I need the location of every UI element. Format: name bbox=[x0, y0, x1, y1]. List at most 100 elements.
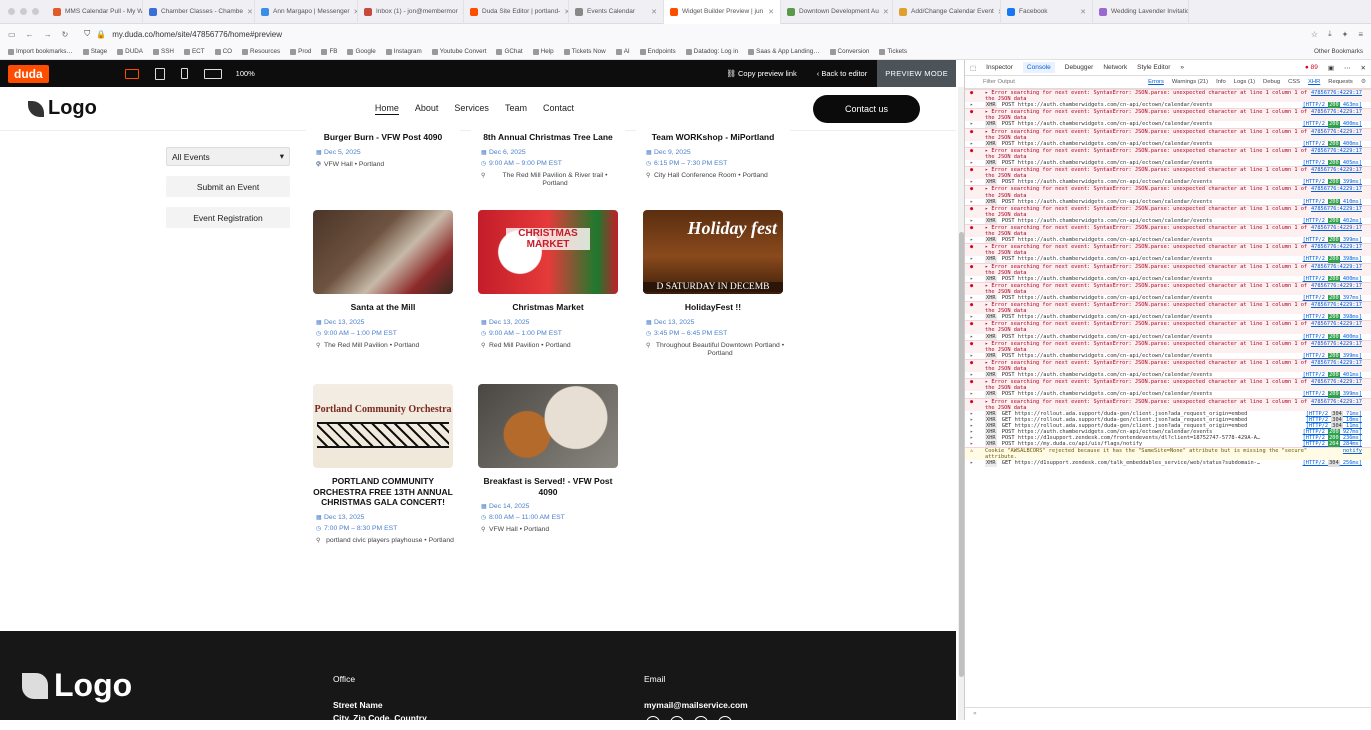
error-source-link[interactable]: 47856776:4229:17 bbox=[1311, 283, 1362, 289]
event-card[interactable]: Breakfast is Served! - VFW Post 4090 ▦ Dec… bbox=[471, 384, 625, 535]
console-error-row[interactable]: ● ▸ Error searching for next event: Synta… bbox=[965, 262, 1371, 276]
social-icon[interactable] bbox=[718, 716, 732, 730]
console-warning-row[interactable]: ⚠ Cookie "AWSALBCORS" rejected because it… bbox=[965, 447, 1371, 461]
error-source-link[interactable]: 47856776:4229:17 bbox=[1311, 167, 1362, 173]
back-to-editor-button[interactable]: ‹ Back to editor bbox=[807, 69, 877, 78]
request-url[interactable]: https://auth.chamberwidgets.com/cn-api/e… bbox=[1018, 141, 1213, 147]
event-title[interactable]: Santa at the Mill bbox=[312, 302, 454, 313]
bookmark-item[interactable]: Datadog: Log in bbox=[685, 48, 738, 55]
expand-arrow-icon[interactable]: ▸ bbox=[970, 460, 973, 466]
error-source-link[interactable]: 47856776:4229:17 bbox=[1311, 148, 1362, 154]
filter-warnings[interactable]: Warnings (21) bbox=[1172, 79, 1208, 85]
event-image[interactable]: Portland Community Orchestra bbox=[313, 384, 453, 468]
error-source-link[interactable]: 47856776:4229:17 bbox=[1311, 90, 1362, 96]
bookmark-item[interactable]: Tickets Now bbox=[563, 48, 606, 55]
error-source-link[interactable]: 47856776:4229:17 bbox=[1311, 321, 1362, 327]
other-bookmarks[interactable]: Other Bookmarks bbox=[1314, 48, 1363, 55]
filter-requests[interactable]: Requests bbox=[1328, 79, 1353, 85]
more-tabs-icon[interactable]: » bbox=[1180, 64, 1184, 71]
request-url[interactable]: https://auth.chamberwidgets.com/cn-api/e… bbox=[1018, 179, 1213, 185]
close-tab-icon[interactable]: ✕ bbox=[247, 8, 253, 16]
error-source-link[interactable]: 47856776:4229:17 bbox=[1311, 225, 1362, 231]
console-error-row[interactable]: ● ▸ Error searching for next event: Synta… bbox=[965, 89, 1371, 103]
tablet-device-icon[interactable] bbox=[154, 67, 165, 80]
social-icon[interactable] bbox=[646, 716, 660, 730]
footer-email[interactable]: mymail@mailservice.com bbox=[644, 700, 748, 710]
console-error-row[interactable]: ● ▸ Error searching for next event: Synta… bbox=[965, 223, 1371, 238]
request-url[interactable]: https://rollout.ada.support/duda-gen/cli… bbox=[1015, 417, 1248, 423]
mobile-device-icon[interactable] bbox=[180, 68, 188, 79]
close-tab-icon[interactable]: ✕ bbox=[883, 8, 889, 16]
dock-icon[interactable]: ▣ bbox=[1328, 64, 1334, 72]
submit-event-button[interactable]: Submit an Event bbox=[166, 176, 290, 197]
downloads-icon[interactable]: ⤓ bbox=[1328, 29, 1332, 39]
event-title[interactable]: PORTLAND COMMUNITY ORCHESTRA FREE 13TH A… bbox=[312, 476, 454, 508]
console-network-row[interactable]: ▸ XHR GET https://d1support.zendesk.com/t… bbox=[965, 460, 1371, 467]
devtools-tab-inspector[interactable]: Inspector bbox=[986, 64, 1013, 71]
request-url[interactable]: https://auth.chamberwidgets.com/cn-api/e… bbox=[1018, 218, 1213, 224]
social-icon[interactable] bbox=[670, 716, 684, 730]
maximize-window-button[interactable] bbox=[32, 8, 39, 15]
filter-xhr[interactable]: XHR bbox=[1308, 79, 1320, 85]
browser-tab[interactable]: MMS Calendar Pull - My Wo✕ bbox=[47, 0, 143, 24]
console-error-row[interactable]: ● ▸ Error searching for next event: Synta… bbox=[965, 339, 1371, 353]
pick-element-icon[interactable]: ⬚ bbox=[970, 64, 976, 72]
request-url[interactable]: https://auth.chamberwidgets.com/cn-api/e… bbox=[1018, 429, 1213, 435]
bookmark-star-icon[interactable]: ☆ bbox=[1311, 30, 1318, 39]
browser-tab[interactable]: Add/Change Calendar Event✕ bbox=[893, 0, 1001, 24]
reload-icon[interactable]: ↻ bbox=[62, 30, 69, 39]
console-error-row[interactable]: ● ▸ Error searching for next event: Synta… bbox=[965, 301, 1371, 315]
error-source-link[interactable]: 47856776:4229:17 bbox=[1311, 206, 1362, 212]
request-url[interactable]: https://auth.chamberwidgets.com/cn-api/e… bbox=[1018, 237, 1213, 243]
browser-tab[interactable]: Ann Margapo | Messenger✕ bbox=[255, 0, 358, 24]
minimize-window-button[interactable] bbox=[20, 8, 27, 15]
event-card[interactable]: CHRISTMAS MARKET Christmas Market ▦ Dec 13,… bbox=[471, 210, 625, 350]
filter-errors[interactable]: Errors bbox=[1148, 79, 1164, 85]
extensions-icon[interactable]: ✦ bbox=[1342, 30, 1349, 39]
forward-arrow-icon[interactable]: → bbox=[44, 30, 52, 39]
event-image[interactable]: CHRISTMAS MARKET bbox=[478, 210, 618, 294]
request-url[interactable]: https://d1support.zendesk.com/talk_embed… bbox=[1015, 460, 1261, 466]
bookmark-item[interactable]: AI bbox=[615, 48, 630, 55]
request-url[interactable]: https://rollout.ada.support/duda-gen/cli… bbox=[1015, 423, 1248, 429]
filter-css[interactable]: CSS bbox=[1288, 79, 1300, 85]
browser-tab[interactable]: Inbox (1) - jon@membermor✕ bbox=[358, 0, 464, 24]
bookmark-item[interactable]: Endpoints bbox=[639, 48, 676, 55]
bookmark-item[interactable]: DUDA bbox=[117, 48, 143, 55]
nav-home[interactable]: Home bbox=[374, 103, 399, 115]
console-error-row[interactable]: ● ▸ Error searching for next event: Synta… bbox=[965, 127, 1371, 141]
event-registration-button[interactable]: Event Registration bbox=[166, 207, 290, 228]
devtools-tab-debugger[interactable]: Debugger bbox=[1065, 64, 1094, 71]
browser-tab[interactable]: Downtown Development Au ✕ bbox=[781, 0, 893, 24]
nav-about[interactable]: About bbox=[415, 103, 439, 115]
request-url[interactable]: https://auth.chamberwidgets.com/cn-api/e… bbox=[1018, 391, 1213, 397]
desktop-device-icon[interactable] bbox=[124, 68, 139, 79]
console-error-row[interactable]: ● ▸ Error searching for next event: Synta… bbox=[965, 146, 1371, 161]
landscape-tablet-device-icon[interactable] bbox=[203, 68, 222, 79]
devtools-tab-style-editor[interactable]: Style Editor bbox=[1137, 64, 1170, 71]
request-url[interactable]: https://auth.chamberwidgets.com/cn-api/e… bbox=[1018, 353, 1213, 359]
bookmark-item[interactable]: Resources bbox=[242, 48, 280, 55]
request-url[interactable]: https://my.duda.co/api/uis/flags/notify bbox=[1018, 441, 1142, 447]
url-text[interactable]: my.duda.co/home/site/478567​76/home#prev… bbox=[112, 30, 282, 39]
console-error-row[interactable]: ● ▸ Error searching for next event: Synta… bbox=[965, 243, 1371, 257]
console-error-row[interactable]: ● ▸ Error searching for next event: Synta… bbox=[965, 281, 1371, 295]
event-title[interactable]: Burger Burn - VFW Post 4090 bbox=[312, 132, 454, 143]
console-input[interactable]: » bbox=[965, 707, 1371, 720]
social-icon[interactable] bbox=[694, 716, 708, 730]
shield-icon[interactable]: ⛉ bbox=[84, 29, 90, 39]
site-logo[interactable]: Logo bbox=[28, 97, 97, 120]
address-bar[interactable]: ⛉ 🔒 my.duda.co/home/site/478567​76/home#… bbox=[78, 26, 1301, 42]
error-source-link[interactable]: 47856776:4229:17 bbox=[1311, 399, 1362, 405]
request-url[interactable]: https://auth.chamberwidgets.com/cn-api/e… bbox=[1018, 372, 1213, 378]
bookmark-item[interactable]: Help bbox=[532, 48, 554, 55]
contact-us-button[interactable]: Contact us bbox=[812, 94, 920, 123]
console-error-row[interactable]: ● ▸ Error searching for next event: Synta… bbox=[965, 108, 1371, 122]
request-result[interactable]: [HTTP/2 304 256ms] bbox=[1303, 460, 1362, 467]
error-source-link[interactable]: 47856776:4229:17 bbox=[1311, 129, 1362, 135]
error-source-link[interactable]: 47856776:4229:17 bbox=[1311, 264, 1362, 270]
bookmark-item[interactable]: ECT bbox=[183, 48, 205, 55]
filter-output-input[interactable]: Filter Output bbox=[983, 79, 1140, 85]
console-error-row[interactable]: ● ▸ Error searching for next event: Synta… bbox=[965, 358, 1371, 373]
event-image[interactable]: Holiday fest D SATURDAY IN DECEMB bbox=[643, 210, 783, 294]
